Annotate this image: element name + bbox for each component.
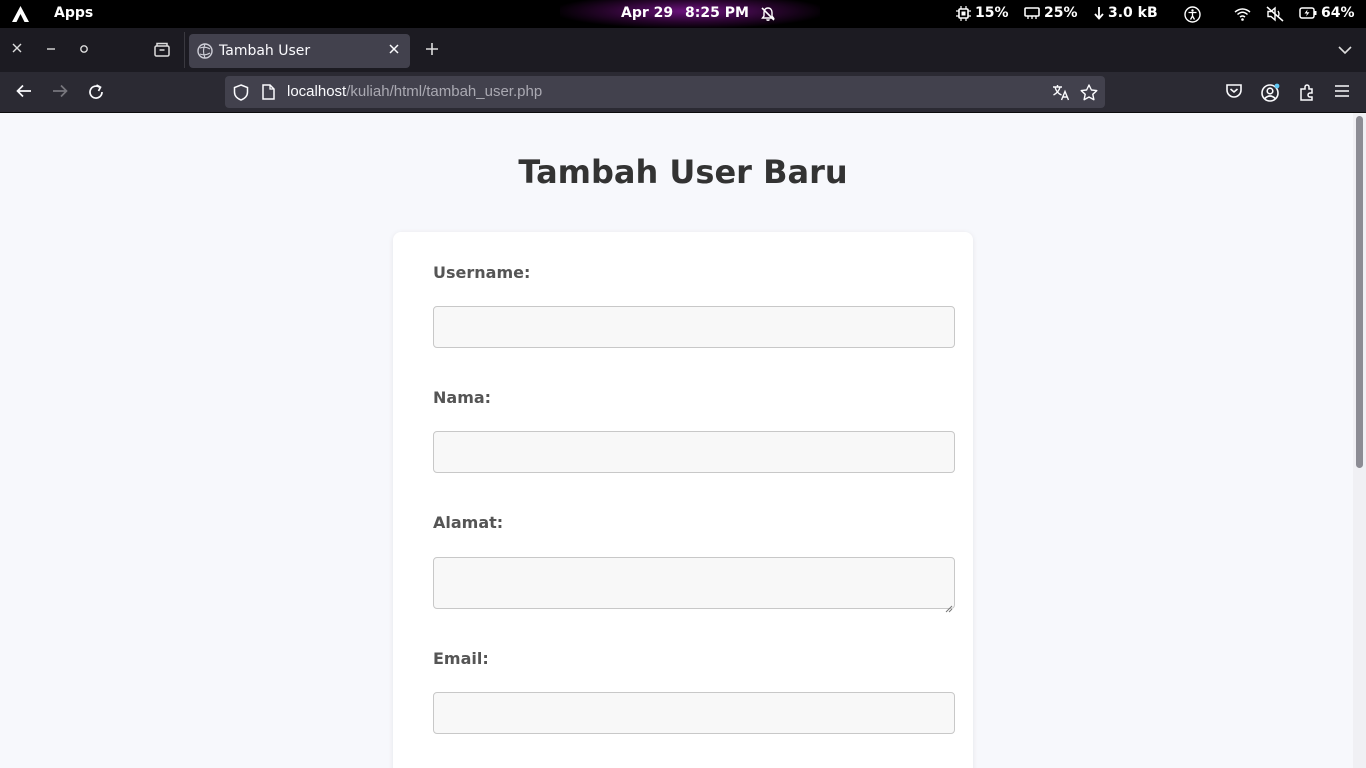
page-info-document-icon[interactable] [262, 84, 275, 104]
username-label: Username: [433, 263, 531, 282]
nama-input[interactable] [433, 431, 955, 473]
textarea-resize-grip-icon[interactable] [944, 598, 953, 617]
new-tab-plus-icon[interactable] [425, 42, 439, 60]
tab-title: Tambah User [219, 43, 311, 59]
app-menu-hamburger-icon[interactable] [1334, 83, 1350, 103]
extensions-puzzle-icon[interactable] [1298, 83, 1316, 105]
tambah-user-form: Username: Nama: Alamat: Email: [393, 232, 973, 768]
apps-launcher[interactable]: Apps [54, 5, 93, 21]
notifications-off-icon[interactable] [760, 6, 776, 22]
network-indicator[interactable]: 3.0 kB [1094, 5, 1158, 21]
page-title: Tambah User Baru [518, 153, 848, 191]
tab-tambah-user[interactable]: Tambah User [189, 34, 410, 68]
cpu-indicator[interactable]: 15% [956, 5, 1009, 21]
clock-date[interactable]: Apr 29 [621, 5, 673, 21]
bookmark-star-icon[interactable] [1080, 84, 1098, 105]
download-arrow-icon [1094, 6, 1104, 20]
alamat-label: Alamat: [433, 513, 504, 532]
memory-icon [1024, 6, 1040, 20]
email-input[interactable] [433, 692, 955, 734]
nama-label: Nama: [433, 388, 492, 407]
pocket-icon[interactable] [1225, 83, 1243, 103]
translate-icon[interactable] [1052, 84, 1070, 105]
tab-close-icon[interactable] [388, 43, 400, 59]
cpu-icon [956, 5, 971, 21]
tracking-protection-shield-icon[interactable] [233, 84, 249, 105]
battery-charging-icon [1299, 7, 1317, 19]
window-maximize-icon[interactable] [79, 43, 89, 58]
window-close-icon[interactable] [11, 42, 23, 58]
url-bar[interactable]: localhost/kuliah/html/tambah_user.php [225, 76, 1105, 108]
network-value: 3.0 kB [1108, 5, 1158, 21]
list-all-tabs-chevron-icon[interactable] [1338, 44, 1352, 59]
volume-muted-icon[interactable] [1266, 6, 1284, 22]
tab-separator [184, 32, 185, 68]
url-host: localhost [287, 83, 347, 100]
battery-value: 64% [1321, 5, 1355, 21]
back-arrow-icon[interactable] [15, 83, 33, 103]
memory-value: 25% [1044, 5, 1078, 21]
battery-indicator[interactable]: 64% [1299, 5, 1355, 21]
page-favicon-icon [197, 43, 213, 59]
username-input[interactable] [433, 306, 955, 348]
cpu-value: 15% [975, 5, 1009, 21]
reload-icon[interactable] [87, 83, 105, 105]
clock-time[interactable]: 8:25 PM [685, 5, 749, 21]
alamat-textarea[interactable] [433, 557, 955, 609]
url-text[interactable]: localhost/kuliah/html/tambah_user.php [287, 83, 542, 100]
page-scrollbar-thumb[interactable] [1356, 116, 1363, 468]
account-icon[interactable] [1260, 83, 1280, 107]
wifi-icon[interactable] [1234, 7, 1251, 21]
firefox-view-icon[interactable] [153, 41, 171, 61]
web-page: Tambah User Baru Username: Nama: Alamat:… [0, 113, 1353, 768]
window-minimize-icon[interactable] [46, 42, 56, 58]
memory-indicator[interactable]: 25% [1024, 5, 1078, 21]
arch-logo-icon[interactable] [12, 6, 29, 22]
forward-arrow-icon[interactable] [51, 83, 69, 103]
url-path: /kuliah/html/tambah_user.php [346, 83, 543, 100]
accessibility-icon[interactable] [1184, 6, 1201, 23]
email-label: Email: [433, 649, 489, 668]
system-top-bar: Apps Apr 29 8:25 PM 15% 25% 3.0 kB 64% [0, 0, 1366, 28]
